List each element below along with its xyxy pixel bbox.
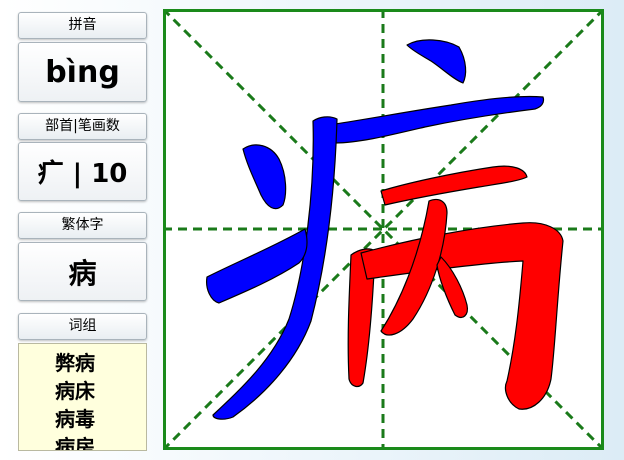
pinyin-header: 拼音 xyxy=(18,12,147,39)
radical-strokes-header: 部首|笔画数 xyxy=(18,113,147,140)
words-header-label: 词组 xyxy=(68,318,97,334)
words-list-box[interactable]: 弊病 病床 病毒 病房 xyxy=(18,343,147,451)
character-grid-canvas xyxy=(163,9,604,450)
word-item[interactable]: 病毒 xyxy=(55,405,146,433)
traditional-header-label: 繁体字 xyxy=(61,217,104,233)
pinyin-value: bìng xyxy=(45,54,120,90)
radical-strokes-value-box: 疒 | 10 xyxy=(18,142,147,201)
word-item[interactable]: 病房 xyxy=(55,433,146,450)
words-list: 弊病 病床 病毒 病房 xyxy=(19,344,146,450)
word-item[interactable]: 病床 xyxy=(55,377,146,405)
traditional-value: 病 xyxy=(68,256,97,290)
radical-strokes-header-label: 部首|笔画数 xyxy=(45,118,120,134)
radical-strokes-value: 疒 | 10 xyxy=(37,159,128,189)
traditional-header: 繁体字 xyxy=(18,212,147,239)
pinyin-header-label: 拼音 xyxy=(68,17,97,33)
word-item[interactable]: 弊病 xyxy=(55,349,146,377)
pinyin-value-box: bìng xyxy=(18,42,147,102)
traditional-value-box: 病 xyxy=(18,242,147,301)
words-header: 词组 xyxy=(18,313,147,340)
character-grid xyxy=(163,9,604,450)
